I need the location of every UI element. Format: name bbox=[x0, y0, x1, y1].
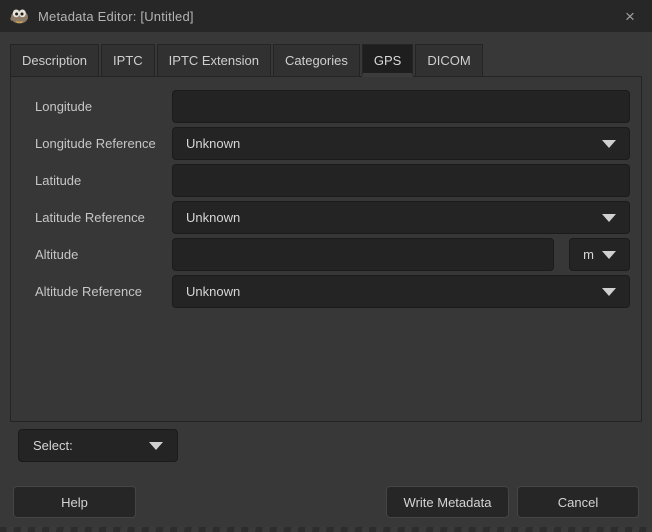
tab-gps[interactable]: GPS bbox=[362, 44, 413, 77]
latitude-reference-label: Latitude Reference bbox=[24, 210, 172, 225]
select-row: Select: bbox=[18, 429, 652, 462]
select-dropdown-label: Select: bbox=[33, 438, 73, 453]
longitude-reference-value: Unknown bbox=[186, 136, 240, 151]
gps-tab-panel: Longitude Longitude Reference Unknown La… bbox=[10, 77, 642, 422]
altitude-row: Altitude m bbox=[24, 238, 630, 271]
longitude-input[interactable] bbox=[172, 90, 630, 123]
chevron-down-icon bbox=[149, 442, 163, 450]
altitude-unit-dropdown[interactable]: m bbox=[569, 238, 630, 271]
select-dropdown[interactable]: Select: bbox=[18, 429, 178, 462]
altitude-input[interactable] bbox=[172, 238, 554, 271]
latitude-reference-row: Latitude Reference Unknown bbox=[24, 201, 630, 234]
longitude-label: Longitude bbox=[24, 99, 172, 114]
tab-iptc[interactable]: IPTC bbox=[101, 44, 155, 76]
latitude-reference-value: Unknown bbox=[186, 210, 240, 225]
help-button[interactable]: Help bbox=[13, 486, 136, 518]
cancel-button[interactable]: Cancel bbox=[517, 486, 639, 518]
altitude-reference-dropdown[interactable]: Unknown bbox=[172, 275, 630, 308]
dialog-action-area: Help Write Metadata Cancel bbox=[13, 486, 639, 518]
write-metadata-button[interactable]: Write Metadata bbox=[386, 486, 509, 518]
close-icon[interactable]: × bbox=[618, 4, 642, 28]
chevron-down-icon bbox=[602, 288, 616, 296]
altitude-reference-label: Altitude Reference bbox=[24, 284, 172, 299]
latitude-input[interactable] bbox=[172, 164, 630, 197]
window-resize-edge[interactable] bbox=[0, 527, 652, 532]
window-title: Metadata Editor: [Untitled] bbox=[38, 9, 194, 24]
altitude-reference-value: Unknown bbox=[186, 284, 240, 299]
longitude-reference-dropdown[interactable]: Unknown bbox=[172, 127, 630, 160]
chevron-down-icon bbox=[602, 251, 616, 259]
altitude-label: Altitude bbox=[24, 247, 172, 262]
altitude-reference-row: Altitude Reference Unknown bbox=[24, 275, 630, 308]
chevron-down-icon bbox=[602, 214, 616, 222]
tab-description[interactable]: Description bbox=[10, 44, 99, 76]
longitude-row: Longitude bbox=[24, 90, 630, 123]
gimp-wilber-icon bbox=[10, 8, 29, 24]
longitude-reference-row: Longitude Reference Unknown bbox=[24, 127, 630, 160]
latitude-label: Latitude bbox=[24, 173, 172, 188]
tab-dicom[interactable]: DICOM bbox=[415, 44, 482, 76]
longitude-reference-label: Longitude Reference bbox=[24, 136, 172, 151]
tab-iptc-extension[interactable]: IPTC Extension bbox=[157, 44, 271, 76]
tab-categories[interactable]: Categories bbox=[273, 44, 360, 76]
chevron-down-icon bbox=[602, 140, 616, 148]
latitude-reference-dropdown[interactable]: Unknown bbox=[172, 201, 630, 234]
metadata-editor-dialog: Metadata Editor: [Untitled] × Descriptio… bbox=[0, 0, 652, 532]
latitude-row: Latitude bbox=[24, 164, 630, 197]
altitude-unit-value: m bbox=[583, 247, 594, 262]
metadata-tab-strip: Description IPTC IPTC Extension Categori… bbox=[10, 44, 642, 77]
titlebar: Metadata Editor: [Untitled] × bbox=[0, 0, 652, 32]
